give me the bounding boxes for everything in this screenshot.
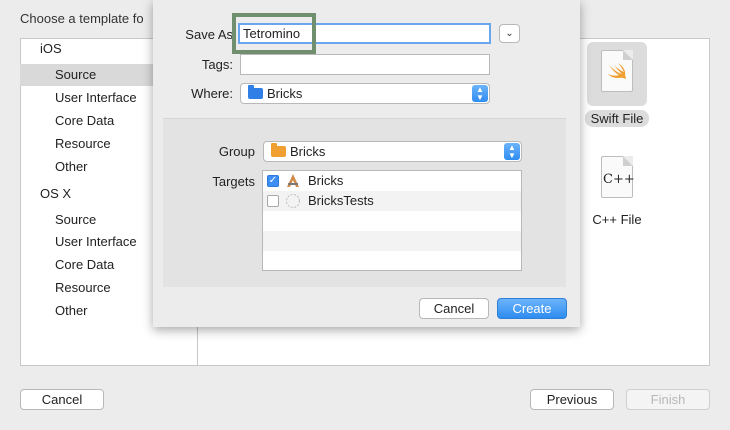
targets-list: ✓ Bricks BricksTests <box>262 170 522 271</box>
highlight-box <box>232 13 316 54</box>
where-value: Bricks <box>267 86 303 101</box>
group-folder-icon <box>271 143 286 157</box>
group-targets-area: Group Bricks ▲ ▼ Targets ✓ Bricks BricksT… <box>163 118 566 287</box>
cpp-file-label: C++ File <box>592 212 642 227</box>
swift-file-icon <box>587 42 647 106</box>
sidebar-heading-ios: iOS <box>40 41 62 56</box>
group-label: Group <box>218 144 255 159</box>
target-name-bricks: Bricks <box>308 173 344 188</box>
cpp-file-icon: C++ <box>587 148 647 212</box>
template-swift-file[interactable]: Swift File <box>572 42 662 127</box>
where-popup[interactable]: Bricks ▲ ▼ <box>240 83 490 104</box>
template-chooser-title: Choose a template fo <box>20 11 144 26</box>
brickstests-checkbox[interactable] <box>267 195 279 207</box>
previous-button[interactable]: Previous <box>530 389 614 410</box>
tags-label: Tags: <box>201 57 233 72</box>
target-row-bricks[interactable]: ✓ Bricks <box>263 171 521 191</box>
group-popup[interactable]: Bricks ▲ ▼ <box>263 141 522 162</box>
save-sheet: Save As Tetromino ⌄ Tags: Where: Bricks … <box>153 0 580 327</box>
sidebar-heading-osx: OS X <box>40 186 72 201</box>
group-stepper-icon: ▲ ▼ <box>504 143 520 160</box>
popup-stepper-icon: ▲ ▼ <box>472 85 488 102</box>
create-button[interactable]: Create <box>497 298 567 319</box>
target-row-brickstests[interactable]: BricksTests <box>263 191 521 211</box>
swift-file-label: Swift File <box>584 110 650 127</box>
cpp-icon-text: C++ <box>603 172 635 187</box>
target-name-brickstests: BricksTests <box>308 193 374 208</box>
targets-label: Targets <box>212 174 255 189</box>
tags-field[interactable] <box>240 54 490 75</box>
target-row-empty <box>263 231 521 251</box>
save-as-label: Save As <box>185 27 233 42</box>
bricks-checkbox[interactable]: ✓ <box>267 175 279 187</box>
app-target-icon <box>285 173 301 189</box>
where-label: Where: <box>191 86 233 101</box>
group-value: Bricks <box>290 144 326 159</box>
finish-button[interactable]: Finish <box>626 389 710 410</box>
chevron-down-icon: ⌄ <box>505 28 514 39</box>
test-target-icon <box>285 193 301 209</box>
expand-button[interactable]: ⌄ <box>499 24 520 43</box>
target-row-empty <box>263 211 521 231</box>
cancel-button[interactable]: Cancel <box>419 298 489 319</box>
background-cancel-button[interactable]: Cancel <box>20 389 104 410</box>
folder-icon <box>248 85 263 99</box>
template-cpp-file[interactable]: C++ C++ File <box>572 148 662 228</box>
